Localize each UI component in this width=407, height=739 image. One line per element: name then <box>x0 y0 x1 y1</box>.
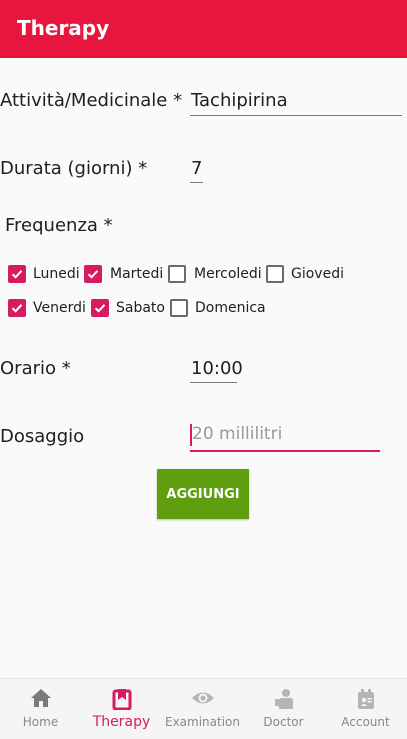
checkbox-venerdi[interactable] <box>8 299 26 317</box>
eye-icon <box>191 692 214 704</box>
text-cursor <box>190 424 192 446</box>
nav-item-home[interactable]: Home <box>0 679 81 739</box>
time-field-underline <box>190 382 237 383</box>
checkbox-label-venerdi: Venerdi <box>33 300 86 316</box>
checkbox-martedi[interactable] <box>84 265 102 283</box>
nav-label-home: Home <box>22 715 59 729</box>
bottom-navigation: Home Therapy Examination Doctor Account <box>0 678 407 739</box>
page-title: Therapy <box>17 16 110 40</box>
duration-field[interactable]: 7 <box>191 158 202 179</box>
frequency-label: Frequenza * <box>5 215 113 236</box>
app-bar: Therapy <box>0 0 407 58</box>
doctor-icon <box>274 689 293 709</box>
dosage-input[interactable]: 20 millilitri <box>190 420 380 452</box>
nav-label-examination: Examination <box>164 715 240 729</box>
checkbox-giovedi[interactable] <box>266 265 284 283</box>
activity-field[interactable]: Tachipirina <box>191 90 288 111</box>
nav-label-therapy: Therapy <box>92 714 151 730</box>
time-field[interactable]: 10:00 <box>191 358 243 379</box>
checkbox-label-giovedi: Giovedi <box>291 266 344 282</box>
checkbox-label-sabato: Sabato <box>116 300 165 316</box>
nav-item-account[interactable]: Account <box>325 679 406 739</box>
home-icon <box>30 689 51 707</box>
therapy-icon <box>112 689 131 710</box>
duration-label: Durata (giorni) * <box>0 158 148 179</box>
dosage-input-underline <box>190 450 380 452</box>
checkbox-label-martedi: Martedi <box>110 266 164 282</box>
account-icon <box>357 689 374 709</box>
nav-label-account: Account <box>341 715 390 729</box>
checkbox-domenica[interactable] <box>170 299 188 317</box>
checkbox-label-domenica: Domenica <box>195 300 266 316</box>
dosage-placeholder: 20 millilitri <box>192 424 283 444</box>
time-label: Orario * <box>0 358 71 379</box>
nav-item-therapy[interactable]: Therapy <box>81 679 162 739</box>
activity-label: Attività/Medicinale * <box>0 90 183 111</box>
checkbox-label-lunedi: Lunedi <box>33 266 80 282</box>
activity-field-underline <box>190 115 402 116</box>
checkbox-lunedi[interactable] <box>8 265 26 283</box>
checkbox-label-mercoledi: Mercoledi <box>194 266 262 282</box>
checkbox-sabato[interactable] <box>91 299 109 317</box>
nav-item-examination[interactable]: Examination <box>162 679 243 739</box>
duration-field-underline <box>190 182 203 183</box>
add-button[interactable]: AGGIUNGI <box>157 469 249 519</box>
nav-item-doctor[interactable]: Doctor <box>243 679 324 739</box>
nav-label-doctor: Doctor <box>263 715 304 729</box>
checkbox-mercoledi[interactable] <box>168 265 186 283</box>
dosage-label: Dosaggio <box>0 426 85 447</box>
